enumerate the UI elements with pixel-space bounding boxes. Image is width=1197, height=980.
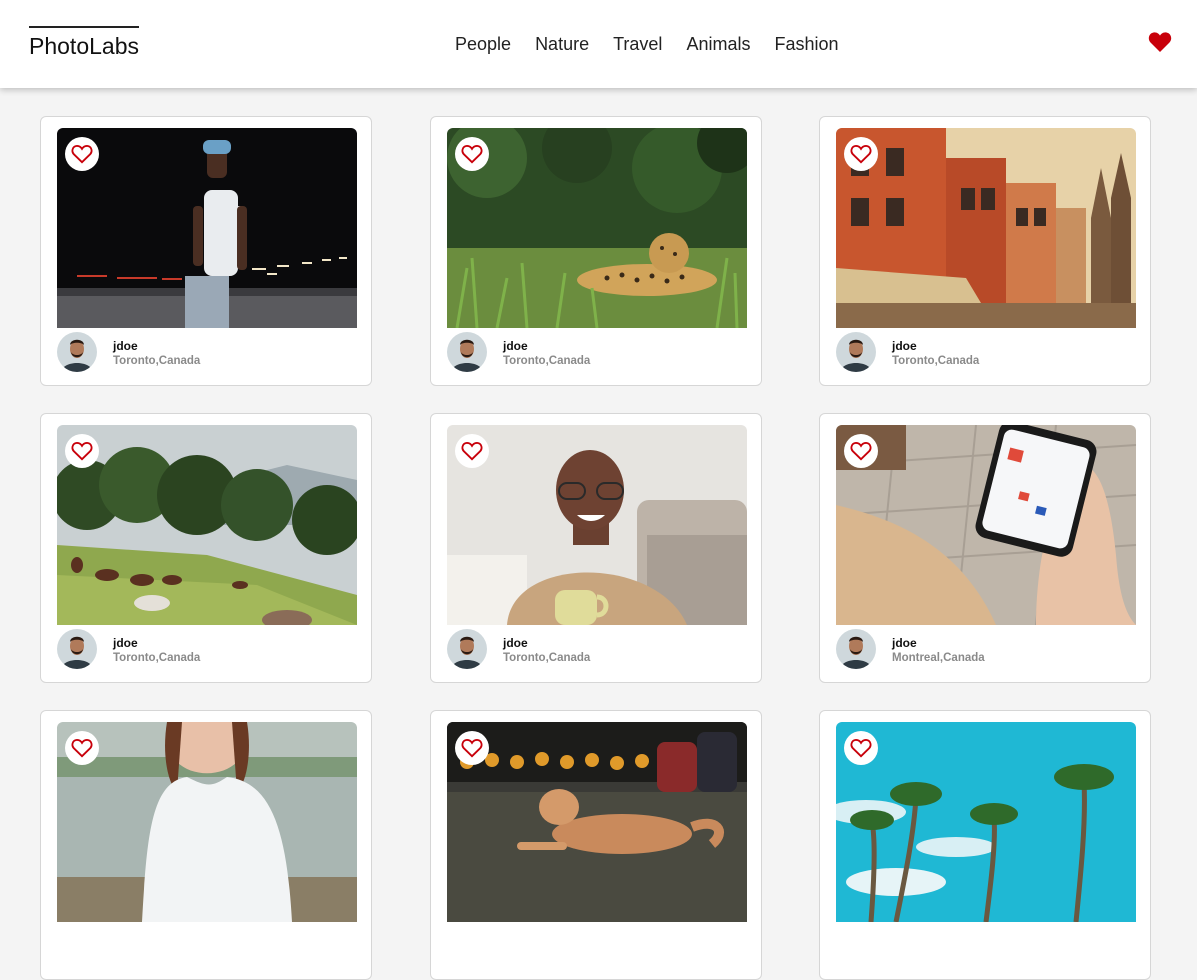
topic-travel[interactable]: Travel bbox=[613, 33, 662, 55]
photo-card[interactable]: jdoe Toronto,Canada bbox=[430, 413, 762, 683]
favorite-button[interactable] bbox=[65, 731, 99, 765]
photo-username: jdoe bbox=[113, 636, 138, 650]
topic-people[interactable]: People bbox=[455, 33, 511, 55]
photo-image[interactable] bbox=[447, 128, 747, 328]
favorite-button[interactable] bbox=[844, 137, 878, 171]
favorite-button[interactable] bbox=[65, 137, 99, 171]
topic-fashion[interactable]: Fashion bbox=[774, 33, 838, 55]
photo-image[interactable] bbox=[836, 128, 1136, 328]
heart-outline-icon bbox=[850, 739, 872, 758]
favorites-heart-icon[interactable] bbox=[1148, 31, 1172, 53]
photo-username: jdoe bbox=[892, 339, 917, 353]
photo-card[interactable] bbox=[40, 710, 372, 980]
topic-animals[interactable]: Animals bbox=[686, 33, 750, 55]
photo-username: jdoe bbox=[892, 636, 917, 650]
heart-outline-icon bbox=[71, 145, 93, 164]
avatar[interactable] bbox=[57, 332, 97, 372]
topic-list: People Nature Travel Animals Fashion bbox=[455, 33, 839, 55]
photo-location: Toronto,Canada bbox=[892, 355, 980, 367]
photo-username: jdoe bbox=[113, 339, 138, 353]
photo-card[interactable] bbox=[430, 710, 762, 980]
heart-outline-icon bbox=[71, 442, 93, 461]
photo-image[interactable] bbox=[57, 425, 357, 625]
photo-username: jdoe bbox=[503, 339, 528, 353]
favorite-button[interactable] bbox=[844, 434, 878, 468]
photo-image[interactable] bbox=[447, 425, 747, 625]
avatar[interactable] bbox=[836, 332, 876, 372]
photo-image[interactable] bbox=[836, 425, 1136, 625]
avatar[interactable] bbox=[836, 629, 876, 669]
top-nav-bar: PhotoLabs People Nature Travel Animals F… bbox=[0, 0, 1197, 88]
photo-card[interactable] bbox=[819, 710, 1151, 980]
photo-location: Toronto,Canada bbox=[113, 355, 201, 367]
photo-location: Toronto,Canada bbox=[113, 652, 201, 664]
favorite-button[interactable] bbox=[455, 731, 489, 765]
logo[interactable]: PhotoLabs bbox=[29, 26, 139, 59]
photo-card[interactable]: jdoe Toronto,Canada bbox=[40, 413, 372, 683]
heart-outline-icon bbox=[461, 442, 483, 461]
favorite-button[interactable] bbox=[455, 137, 489, 171]
avatar[interactable] bbox=[57, 629, 97, 669]
photo-card[interactable]: jdoe Toronto,Canada bbox=[430, 116, 762, 386]
favorite-button[interactable] bbox=[455, 434, 489, 468]
photo-card[interactable]: jdoe Toronto,Canada bbox=[40, 116, 372, 386]
photo-image[interactable] bbox=[57, 722, 357, 922]
topic-nature[interactable]: Nature bbox=[535, 33, 589, 55]
photo-card[interactable]: jdoe Montreal,Canada bbox=[819, 413, 1151, 683]
heart-outline-icon bbox=[850, 442, 872, 461]
avatar[interactable] bbox=[447, 332, 487, 372]
photo-image[interactable] bbox=[836, 722, 1136, 922]
photo-location: Toronto,Canada bbox=[503, 652, 591, 664]
heart-outline-icon bbox=[461, 145, 483, 164]
photo-location: Toronto,Canada bbox=[503, 355, 591, 367]
heart-outline-icon bbox=[461, 739, 483, 758]
photo-image[interactable] bbox=[57, 128, 357, 328]
favorite-button[interactable] bbox=[65, 434, 99, 468]
heart-outline-icon bbox=[71, 739, 93, 758]
photo-username: jdoe bbox=[503, 636, 528, 650]
photo-image[interactable] bbox=[447, 722, 747, 922]
photo-card[interactable]: jdoe Toronto,Canada bbox=[819, 116, 1151, 386]
favorite-button[interactable] bbox=[844, 731, 878, 765]
photo-location: Montreal,Canada bbox=[892, 652, 985, 664]
avatar[interactable] bbox=[447, 629, 487, 669]
heart-outline-icon bbox=[850, 145, 872, 164]
